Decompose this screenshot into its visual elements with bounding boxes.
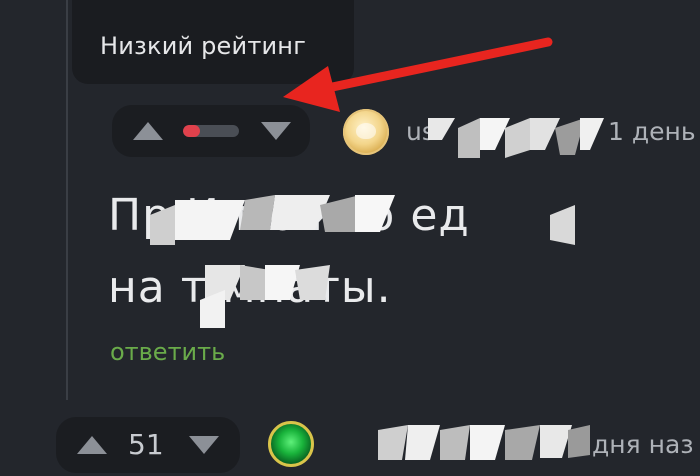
redaction-overlay <box>150 37 604 460</box>
redaction-username-2 <box>378 425 590 460</box>
red-arrow-icon <box>283 37 553 112</box>
redaction-username <box>428 118 604 158</box>
redaction-line1 <box>150 195 395 245</box>
